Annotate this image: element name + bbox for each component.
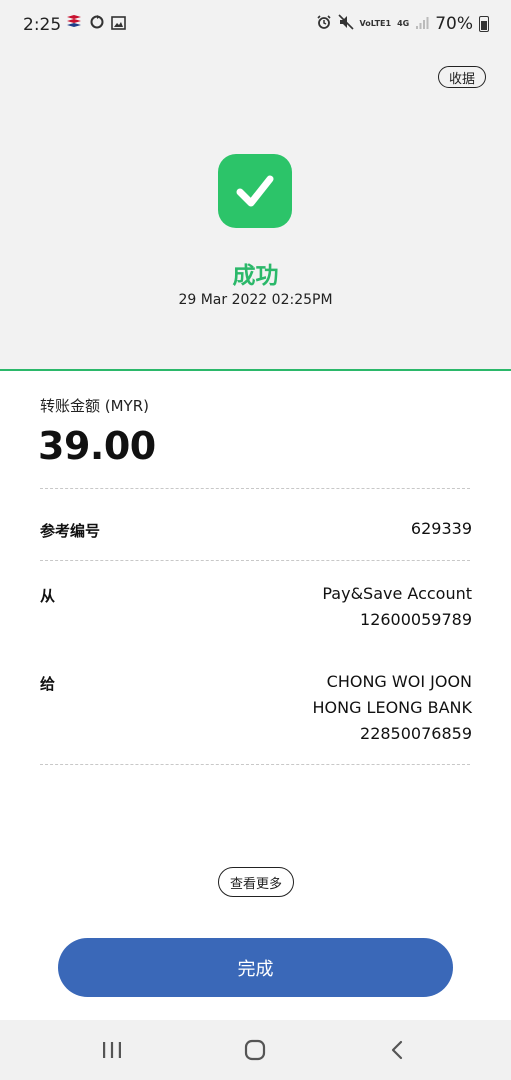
volte-label: VoLTE1: [359, 19, 392, 28]
alarm-icon: [316, 14, 332, 34]
home-button[interactable]: [225, 1020, 285, 1080]
divider: [40, 488, 470, 489]
transaction-datetime: 29 Mar 2022 02:25PM: [178, 292, 333, 308]
view-more-button[interactable]: 查看更多: [218, 867, 294, 897]
status-bar: 2:25 VoLTE1 4G 70%: [0, 0, 511, 50]
volte-icon: VoLTE1: [360, 20, 392, 28]
battery-percent: 70%: [435, 14, 473, 34]
bank-app-icon: [65, 14, 83, 34]
done-button[interactable]: 完成: [58, 938, 453, 997]
notification-icons: [65, 14, 126, 34]
screen: 2:25 VoLTE1 4G 70% 收据 成功 29 Mar 2022 02:…: [0, 0, 511, 1080]
navigation-bar: [0, 1020, 511, 1080]
back-icon: [391, 1040, 403, 1060]
status-time: 2:25: [23, 15, 62, 35]
to-account-number: 22850076859: [360, 724, 472, 743]
to-name: CHONG WOI JOON: [326, 672, 472, 691]
from-account: Pay&Save Account 12600059789: [322, 581, 472, 633]
home-icon: [244, 1039, 266, 1061]
recent-apps-icon: [103, 1042, 121, 1058]
to-label: 给: [40, 675, 56, 693]
status-title: 成功: [232, 263, 279, 289]
reference-label: 参考编号: [40, 522, 101, 540]
back-button[interactable]: [368, 1020, 428, 1080]
divider: [40, 764, 470, 765]
sync-icon: [89, 14, 105, 34]
image-icon: [111, 15, 126, 34]
to-account: CHONG WOI JOON HONG LEONG BANK 228500768…: [312, 669, 472, 747]
divider: [40, 560, 470, 561]
from-account-name: Pay&Save Account: [322, 584, 472, 603]
network-type-label: 4G: [397, 19, 410, 28]
mute-icon: [337, 14, 354, 34]
to-bank: HONG LEONG BANK: [312, 698, 472, 717]
recent-apps-button[interactable]: [82, 1020, 142, 1080]
network-type-icon: 4G: [397, 20, 409, 28]
signal-icon: [415, 15, 429, 34]
from-label: 从: [40, 587, 56, 605]
receipt-button[interactable]: 收据: [438, 66, 486, 88]
reference-value: 629339: [410, 519, 472, 538]
battery-icon: [479, 16, 489, 32]
check-icon: [218, 154, 292, 228]
amount-label: 转账金额 (MYR): [40, 397, 149, 415]
from-account-number: 12600059789: [360, 610, 472, 629]
status-right-icons: VoLTE1 4G 70%: [316, 14, 489, 34]
amount-value: 39.00: [38, 424, 156, 468]
header-area: 2:25 VoLTE1 4G 70% 收据 成功 29 Mar 2022 02:…: [0, 0, 511, 371]
